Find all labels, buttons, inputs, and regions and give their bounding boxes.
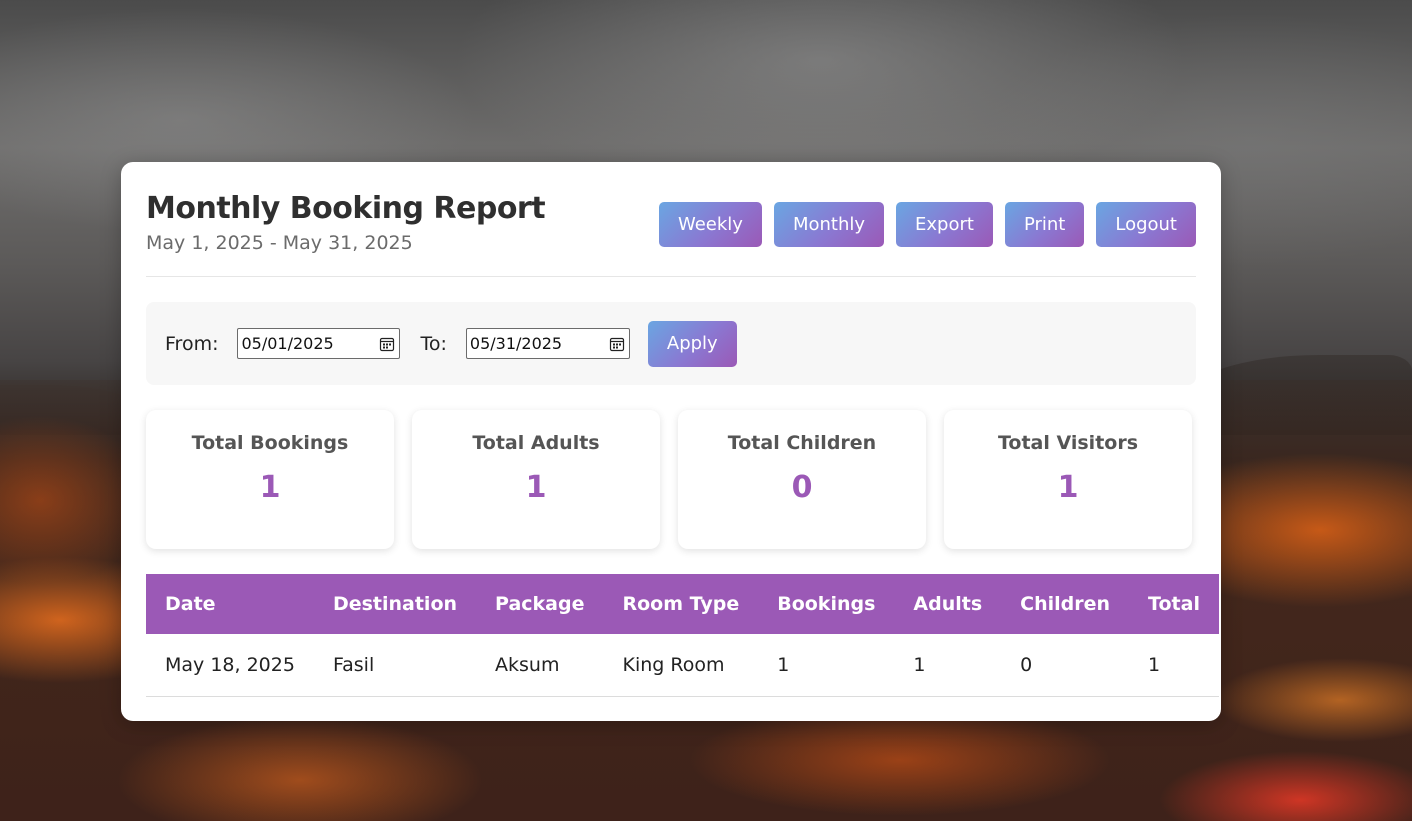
column-header-destination: Destination xyxy=(313,574,477,634)
to-label: To: xyxy=(420,332,447,355)
cell-total: 1 xyxy=(1129,634,1219,697)
stat-label: Total Children xyxy=(727,432,877,454)
print-button[interactable]: Print xyxy=(1004,202,1085,247)
date-filter: From: 05/01/2025 To: 05/31/2025 Apply xyxy=(146,302,1196,385)
weekly-button[interactable]: Weekly xyxy=(658,202,762,247)
column-header-date: Date xyxy=(146,574,314,634)
calendar-icon[interactable] xyxy=(609,336,625,352)
cell-room-type: King Room xyxy=(603,634,759,697)
page-title: Monthly Booking Report xyxy=(146,191,546,226)
action-buttons: Weekly Monthly Export Print Logout xyxy=(658,202,1196,247)
stat-card-total-bookings: Total Bookings 1 xyxy=(146,410,394,549)
column-header-bookings: Bookings xyxy=(758,574,895,634)
to-date-input[interactable]: 05/31/2025 xyxy=(465,328,630,359)
stat-label: Total Adults xyxy=(472,432,600,454)
cell-bookings: 1 xyxy=(758,634,895,697)
report-card: Monthly Booking Report May 1, 2025 - May… xyxy=(121,162,1221,721)
column-header-total: Total xyxy=(1129,574,1219,634)
cell-date: May 18, 2025 xyxy=(146,634,314,697)
apply-button[interactable]: Apply xyxy=(647,320,737,367)
report-header: Monthly Booking Report May 1, 2025 - May… xyxy=(146,187,1196,277)
from-date-value: 05/01/2025 xyxy=(241,334,334,353)
table-header-row: Date Destination Package Room Type Booki… xyxy=(146,574,1219,634)
column-header-adults: Adults xyxy=(894,574,1002,634)
stat-card-total-adults: Total Adults 1 xyxy=(412,410,660,549)
cell-children: 0 xyxy=(1001,634,1130,697)
stat-value: 1 xyxy=(525,470,547,505)
stat-card-total-children: Total Children 0 xyxy=(678,410,926,549)
cell-package: Aksum xyxy=(476,634,604,697)
cell-adults: 1 xyxy=(894,634,1002,697)
to-date-value: 05/31/2025 xyxy=(469,334,563,353)
stat-card-total-visitors: Total Visitors 1 xyxy=(944,410,1192,549)
calendar-icon[interactable] xyxy=(379,336,395,352)
from-label: From: xyxy=(165,332,219,355)
column-header-package: Package xyxy=(476,574,604,634)
stat-value: 0 xyxy=(791,470,813,505)
date-range-subtitle: May 1, 2025 - May 31, 2025 xyxy=(146,232,413,254)
stat-value: 1 xyxy=(259,470,281,505)
table-row: May 18, 2025 Fasil Aksum King Room 1 1 0… xyxy=(146,634,1219,697)
stat-label: Total Bookings xyxy=(191,432,349,454)
monthly-button[interactable]: Monthly xyxy=(773,202,885,247)
export-button[interactable]: Export xyxy=(896,202,993,247)
stats-row: Total Bookings 1 Total Adults 1 Total Ch… xyxy=(146,410,1196,549)
bookings-table: Date Destination Package Room Type Booki… xyxy=(146,574,1219,697)
stat-label: Total Visitors xyxy=(997,432,1139,454)
cell-destination: Fasil xyxy=(313,634,477,697)
from-date-input[interactable]: 05/01/2025 xyxy=(237,328,401,359)
title-block: Monthly Booking Report May 1, 2025 - May… xyxy=(146,187,546,254)
column-header-children: Children xyxy=(1001,574,1130,634)
column-header-room-type: Room Type xyxy=(603,574,759,634)
stat-value: 1 xyxy=(1057,470,1079,505)
logout-button[interactable]: Logout xyxy=(1096,202,1196,247)
